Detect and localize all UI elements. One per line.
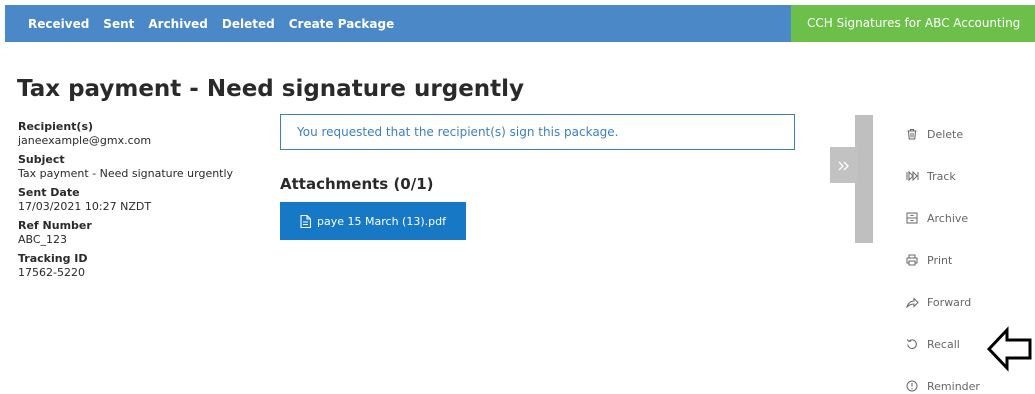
print-label: Print: [927, 253, 953, 267]
recall-label: Recall: [927, 337, 960, 351]
recipients-label: Recipient(s): [18, 120, 94, 133]
forward-action[interactable]: Forward: [905, 291, 1015, 313]
reminder-action[interactable]: Reminder: [905, 375, 1015, 394]
nav-create-package[interactable]: Create Package: [289, 17, 395, 31]
track-icon: [905, 169, 919, 183]
forward-label: Forward: [927, 295, 972, 309]
collapse-panel-button[interactable]: [830, 147, 857, 183]
archive-action[interactable]: Archive: [905, 207, 1015, 229]
nav-received[interactable]: Received: [28, 17, 89, 31]
print-action[interactable]: Print: [905, 249, 1015, 271]
forward-icon: [905, 295, 919, 309]
attachments-heading: Attachments (0/1): [280, 175, 434, 193]
nav-deleted[interactable]: Deleted: [222, 17, 275, 31]
reminder-icon: [905, 379, 919, 393]
file-icon: [300, 214, 312, 228]
trash-icon: [905, 127, 919, 141]
double-chevron-right-icon: [838, 156, 850, 175]
sent-date-label: Sent Date: [18, 186, 80, 199]
attachment-file-button[interactable]: paye 15 March (13).pdf: [280, 202, 466, 240]
brand-title: CCH Signatures for ABC Accounting: [791, 5, 1035, 42]
sent-date-value: 17/03/2021 10:27 NZDT: [18, 200, 152, 213]
top-navigation-bar: Received Sent Archived Deleted Create Pa…: [5, 5, 1035, 42]
main-nav: Received Sent Archived Deleted Create Pa…: [5, 5, 408, 42]
package-details: Recipient(s) janeexample@gmx.com Subject…: [18, 120, 268, 285]
action-panel-divider: [855, 115, 873, 243]
delete-action[interactable]: Delete: [905, 123, 1015, 145]
delete-label: Delete: [927, 127, 964, 141]
printer-icon: [905, 253, 919, 267]
subject-label: Subject: [18, 153, 65, 166]
tracking-id-value: 17562-5220: [18, 266, 85, 279]
nav-archived[interactable]: Archived: [148, 17, 208, 31]
nav-sent[interactable]: Sent: [103, 17, 134, 31]
subject-value: Tax payment - Need signature urgently: [18, 167, 234, 180]
attachment-file-name: paye 15 March (13).pdf: [317, 214, 446, 228]
left-arrow-pointer-icon: [986, 325, 1034, 377]
archive-icon: [905, 211, 919, 225]
reminder-label: Reminder: [927, 379, 980, 393]
tracking-id-label: Tracking ID: [18, 252, 88, 265]
ref-number-value: ABC_123: [18, 233, 68, 246]
track-action[interactable]: Track: [905, 165, 1015, 187]
recipients-value: janeexample@gmx.com: [18, 134, 152, 147]
archive-label: Archive: [927, 211, 969, 225]
page-title: Tax payment - Need signature urgently: [17, 76, 525, 102]
status-notice: You requested that the recipient(s) sign…: [280, 114, 795, 150]
recall-icon: [905, 337, 919, 351]
track-label: Track: [927, 169, 956, 183]
ref-number-label: Ref Number: [18, 219, 92, 232]
